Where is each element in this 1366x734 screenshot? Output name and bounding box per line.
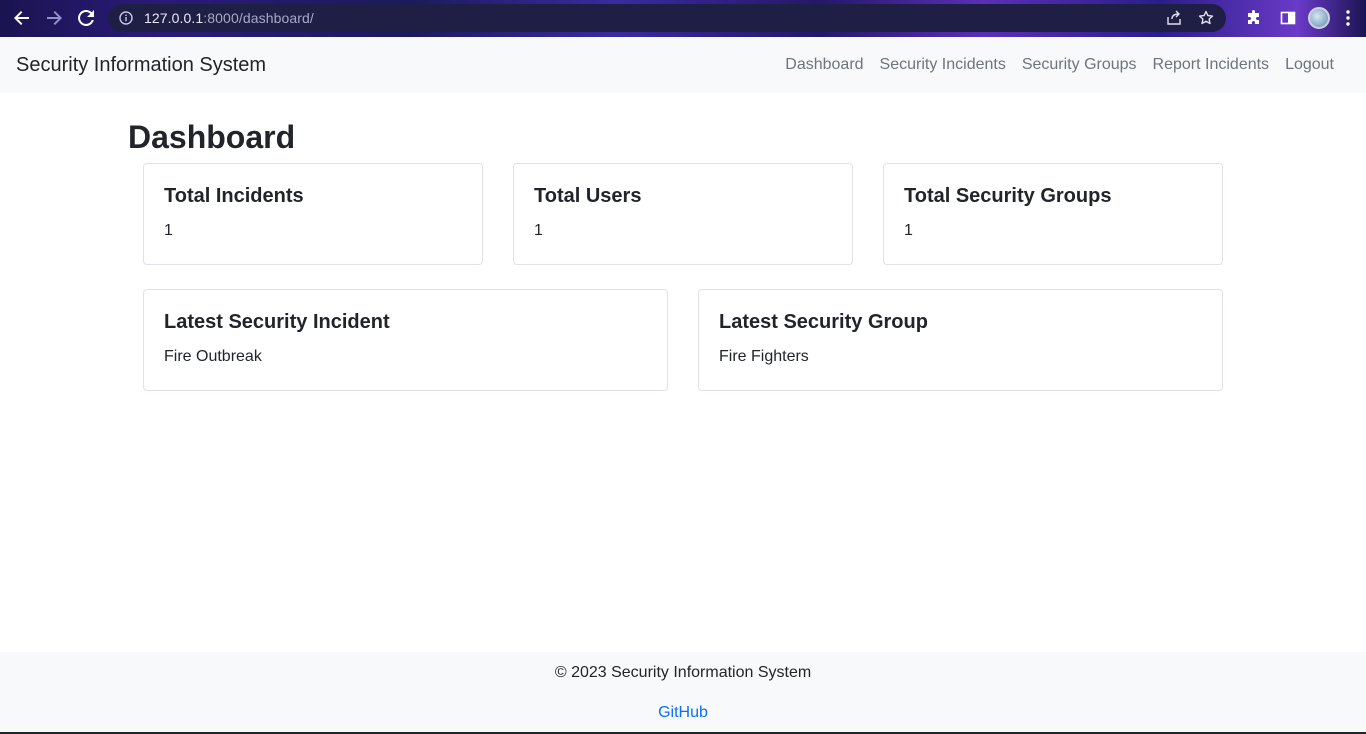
card-total-incidents: Total Incidents 1 <box>143 163 483 265</box>
info-icon[interactable] <box>108 11 144 25</box>
footer: © 2023 Security Information System GitHu… <box>0 652 1366 734</box>
back-arrow-icon[interactable] <box>6 2 38 34</box>
url-text[interactable]: 127.0.0.1:8000/dashboard/ <box>144 10 314 26</box>
navbar-brand[interactable]: Security Information System <box>16 54 266 77</box>
nav-links: Dashboard Security Incidents Security Gr… <box>777 56 1342 74</box>
card-title: Total Users <box>534 185 642 207</box>
side-panel-icon[interactable] <box>1274 2 1302 34</box>
card-value: Fire Fighters <box>719 348 809 365</box>
card-title: Latest Security Incident <box>164 311 390 333</box>
card-value: 1 <box>904 222 913 239</box>
card-title: Total Security Groups <box>904 185 1112 207</box>
card-total-users: Total Users 1 <box>513 163 853 265</box>
address-bar[interactable]: 127.0.0.1:8000/dashboard/ <box>108 4 1226 32</box>
navbar: Security Information System Dashboard Se… <box>0 37 1366 93</box>
puzzle-icon[interactable] <box>1240 2 1268 34</box>
forward-arrow-icon[interactable] <box>38 2 70 34</box>
card-latest-security-incident: Latest Security Incident Fire Outbreak <box>143 289 668 391</box>
page-title: Dashboard <box>128 119 296 155</box>
star-icon[interactable] <box>1194 6 1218 30</box>
card-title: Total Incidents <box>164 185 304 207</box>
nav-link-security-incidents[interactable]: Security Incidents <box>872 56 1014 74</box>
card-latest-security-group: Latest Security Group Fire Fighters <box>698 289 1223 391</box>
browser-toolbar: 127.0.0.1:8000/dashboard/ <box>0 0 1366 37</box>
github-link[interactable]: GitHub <box>0 704 1366 722</box>
nav-link-dashboard[interactable]: Dashboard <box>777 56 871 74</box>
nav-link-logout[interactable]: Logout <box>1277 56 1342 74</box>
more-vert-icon[interactable] <box>1336 2 1360 34</box>
profile-avatar[interactable] <box>1308 7 1330 29</box>
url-path: :8000/dashboard/ <box>203 10 314 26</box>
card-value: 1 <box>534 222 543 239</box>
url-host: 127.0.0.1 <box>144 10 204 26</box>
card-value: 1 <box>164 222 173 239</box>
card-total-security-groups: Total Security Groups 1 <box>883 163 1223 265</box>
share-icon[interactable] <box>1162 6 1186 30</box>
nav-link-security-groups[interactable]: Security Groups <box>1014 56 1145 74</box>
footer-copyright: © 2023 Security Information System <box>554 664 812 681</box>
nav-link-report-incidents[interactable]: Report Incidents <box>1145 56 1278 74</box>
card-value: Fire Outbreak <box>164 348 262 365</box>
card-title: Latest Security Group <box>719 311 928 333</box>
reload-icon[interactable] <box>70 2 102 34</box>
